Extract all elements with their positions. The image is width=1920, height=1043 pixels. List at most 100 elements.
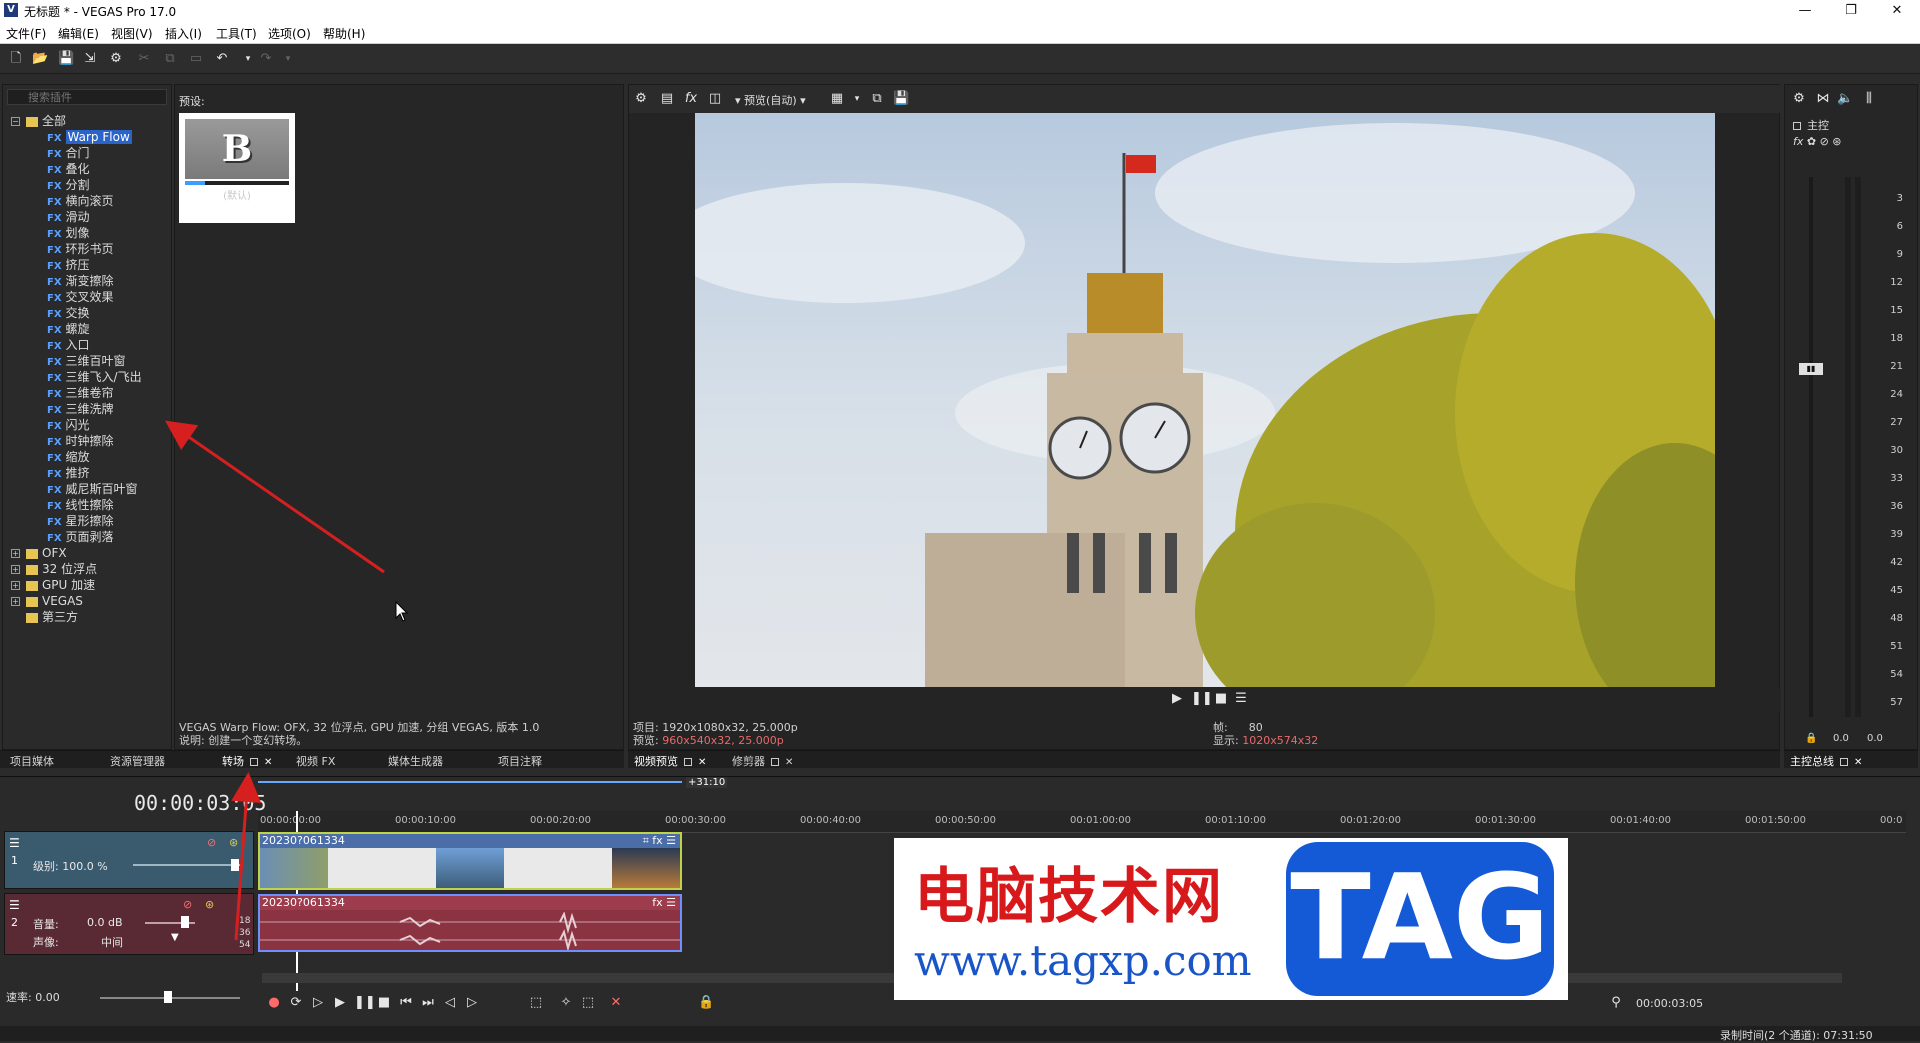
effect-item[interactable]: FX 叠化 (47, 161, 90, 177)
effect-item[interactable]: FX 三维卷帘 (47, 385, 114, 401)
effect-item[interactable]: FX 入口 (47, 337, 90, 353)
video-event-clip[interactable]: 20230?061334 ⌗ fx ☰ (258, 832, 682, 890)
play-from-start-icon[interactable]: ▷ (310, 995, 326, 1011)
master-fader-handle[interactable]: ▮▮ (1799, 363, 1823, 375)
cut-icon[interactable]: ✂ (136, 51, 152, 67)
effect-item[interactable]: FX 推挤 (47, 465, 90, 481)
split-screen-icon[interactable]: ◫ (707, 91, 723, 107)
effect-item[interactable]: FX 环形书页 (47, 241, 114, 257)
close-tab-icon[interactable]: ✕ (698, 757, 706, 768)
loop-region-bar[interactable] (258, 781, 682, 791)
tab-trimmer[interactable]: 修剪器 ✕ (732, 753, 793, 769)
preview-quality-dropdown[interactable]: ▾ 预览(自动) ▾ (735, 92, 806, 108)
render-icon[interactable]: ⇲ (82, 51, 98, 67)
tab-master-bus[interactable]: 主控总线 ✕ (1790, 753, 1862, 769)
master-settings-icon[interactable]: ⚙ (1791, 91, 1807, 107)
master-fx-icon[interactable]: fx ✿ ⊘ ⊛ (1793, 135, 1842, 148)
normal-edit-tool-icon[interactable]: ⬚ (528, 995, 544, 1011)
pan-slider-handle[interactable]: ▼ (171, 932, 179, 943)
solo-track-icon[interactable]: ⊛ (229, 836, 238, 849)
mute-track-icon[interactable]: ⊘ (183, 898, 192, 911)
menu-insert[interactable]: 插入(I) (165, 25, 202, 42)
selection-tool-icon[interactable]: ⬚ (580, 995, 596, 1011)
menu-help[interactable]: 帮助(H) (323, 25, 365, 42)
undock-icon[interactable] (684, 758, 692, 766)
record-icon[interactable]: ● (266, 995, 282, 1011)
preview-video-frame[interactable] (695, 113, 1715, 687)
effect-item[interactable]: FX 时钟擦除 (47, 433, 114, 449)
close-tab-icon[interactable]: ✕ (264, 757, 272, 768)
effect-item[interactable]: FX 星形擦除 (47, 513, 114, 529)
effect-item[interactable]: FX 页面剥落 (47, 529, 114, 545)
expand-icon[interactable]: + (11, 581, 20, 590)
folder-item[interactable]: +32 位浮点 (11, 561, 97, 577)
effect-item[interactable]: FX 合门 (47, 145, 90, 161)
undo-icon[interactable]: ↶ (214, 51, 230, 67)
solo-track-icon[interactable]: ⊛ (205, 898, 214, 911)
effect-item[interactable]: FX 分割 (47, 177, 90, 193)
delete-icon[interactable]: ✕ (608, 995, 624, 1011)
undock-icon[interactable] (771, 758, 779, 766)
track-menu-icon[interactable]: ☰ (9, 898, 20, 912)
undock-icon[interactable] (1840, 758, 1848, 766)
audio-track-header[interactable]: ☰ 2 ⊘ ⊛ 音量: 0.0 dB 声像: 中间 ▼ 18 36 54 (4, 893, 254, 955)
envelope-tool-icon[interactable]: ✧ (558, 995, 574, 1011)
effect-item[interactable]: FX 线性擦除 (47, 497, 114, 513)
stop-icon[interactable]: ■ (376, 995, 392, 1011)
open-folder-icon[interactable]: 📂 (32, 51, 48, 67)
minimize-button[interactable]: — (1782, 0, 1828, 22)
new-file-icon[interactable]: 🗋 (8, 51, 24, 67)
menu-view[interactable]: 视图(V) (111, 25, 153, 42)
tab-project-media[interactable]: 项目媒体 (10, 753, 54, 769)
effect-item[interactable]: FX Warp Flow (47, 129, 132, 145)
menu-options[interactable]: 选项(O) (268, 25, 311, 42)
redo-dropdown-icon[interactable]: ▾ (280, 51, 296, 67)
tree-root-all[interactable]: − 全部 (11, 113, 66, 129)
audio-event-clip[interactable]: 20230?061334 fx ☰ (258, 894, 682, 952)
redo-icon[interactable]: ↷ (258, 51, 274, 67)
tab-explorer[interactable]: 资源管理器 (110, 753, 165, 769)
effect-item[interactable]: FX 三维飞入/飞出 (47, 369, 142, 385)
time-ruler[interactable]: 00:00:00:00 00:00:10:00 00:00:20:00 00:00:3… (258, 811, 1906, 833)
menu-file[interactable]: 文件(F) (6, 25, 46, 42)
folder-item[interactable]: + VEGAS (11, 593, 83, 609)
level-slider[interactable] (133, 864, 243, 866)
mute-track-icon[interactable]: ⊘ (207, 836, 216, 849)
mixer-icon[interactable]: ⫼ (1861, 91, 1877, 107)
effect-item[interactable]: FX 渐变擦除 (47, 273, 114, 289)
pause-icon[interactable]: ❚❚ (1191, 691, 1213, 707)
play-icon[interactable]: ▶ (1169, 691, 1185, 707)
folder-item[interactable]: + GPU 加速 (11, 577, 95, 593)
tab-project-notes[interactable]: 项目注释 (498, 753, 542, 769)
tab-media-generators[interactable]: 媒体生成器 (388, 753, 443, 769)
effect-item[interactable]: FX 闪光 (47, 417, 90, 433)
tab-transitions[interactable]: 转场 ✕ (222, 753, 272, 769)
expand-icon[interactable]: + (11, 597, 20, 606)
preview-settings-icon[interactable]: ⚙ (633, 91, 649, 107)
tab-video-preview[interactable]: 视频预览 ✕ (634, 753, 706, 769)
mute-icon[interactable]: ⋈ (1815, 91, 1831, 107)
menu-tools[interactable]: 工具(T) (216, 25, 257, 42)
maximize-button[interactable]: ❐ (1828, 0, 1874, 22)
effect-item[interactable]: FX 滑动 (47, 209, 90, 225)
pause-icon[interactable]: ❚❚ (354, 995, 376, 1011)
effect-item[interactable]: FX 交换 (47, 305, 90, 321)
checkbox-icon[interactable] (1793, 122, 1801, 130)
effect-item[interactable]: FX 威尼斯百叶窗 (47, 481, 138, 497)
menu-edit[interactable]: 编辑(E) (58, 25, 99, 42)
overlays-grid-icon[interactable]: ▦ (829, 91, 845, 107)
timecode-display[interactable]: 00:00:03:05 (134, 791, 266, 815)
copy-snapshot-icon[interactable]: ⧉ (869, 91, 885, 107)
prev-frame-icon[interactable]: ◁ (442, 995, 458, 1011)
settings-gear-icon[interactable]: ⚙ (108, 51, 124, 67)
overlays-dropdown-icon[interactable]: ▾ (849, 91, 865, 107)
loop-icon[interactable]: ⟳ (288, 995, 304, 1011)
paste-icon[interactable]: ▭ (188, 51, 204, 67)
video-track-header[interactable]: ☰ 1 ⊘ ⊛ 级别: 100.0 % (4, 831, 254, 889)
undo-dropdown-icon[interactable]: ▾ (240, 51, 256, 67)
lock-icon[interactable]: 🔒 (1805, 733, 1817, 744)
preset-thumbnail[interactable]: B (默认) (179, 113, 295, 223)
speaker-icon[interactable]: 🔈 (1837, 91, 1853, 107)
level-slider-handle[interactable] (231, 859, 239, 871)
tab-video-fx[interactable]: 视频 FX (296, 753, 335, 769)
